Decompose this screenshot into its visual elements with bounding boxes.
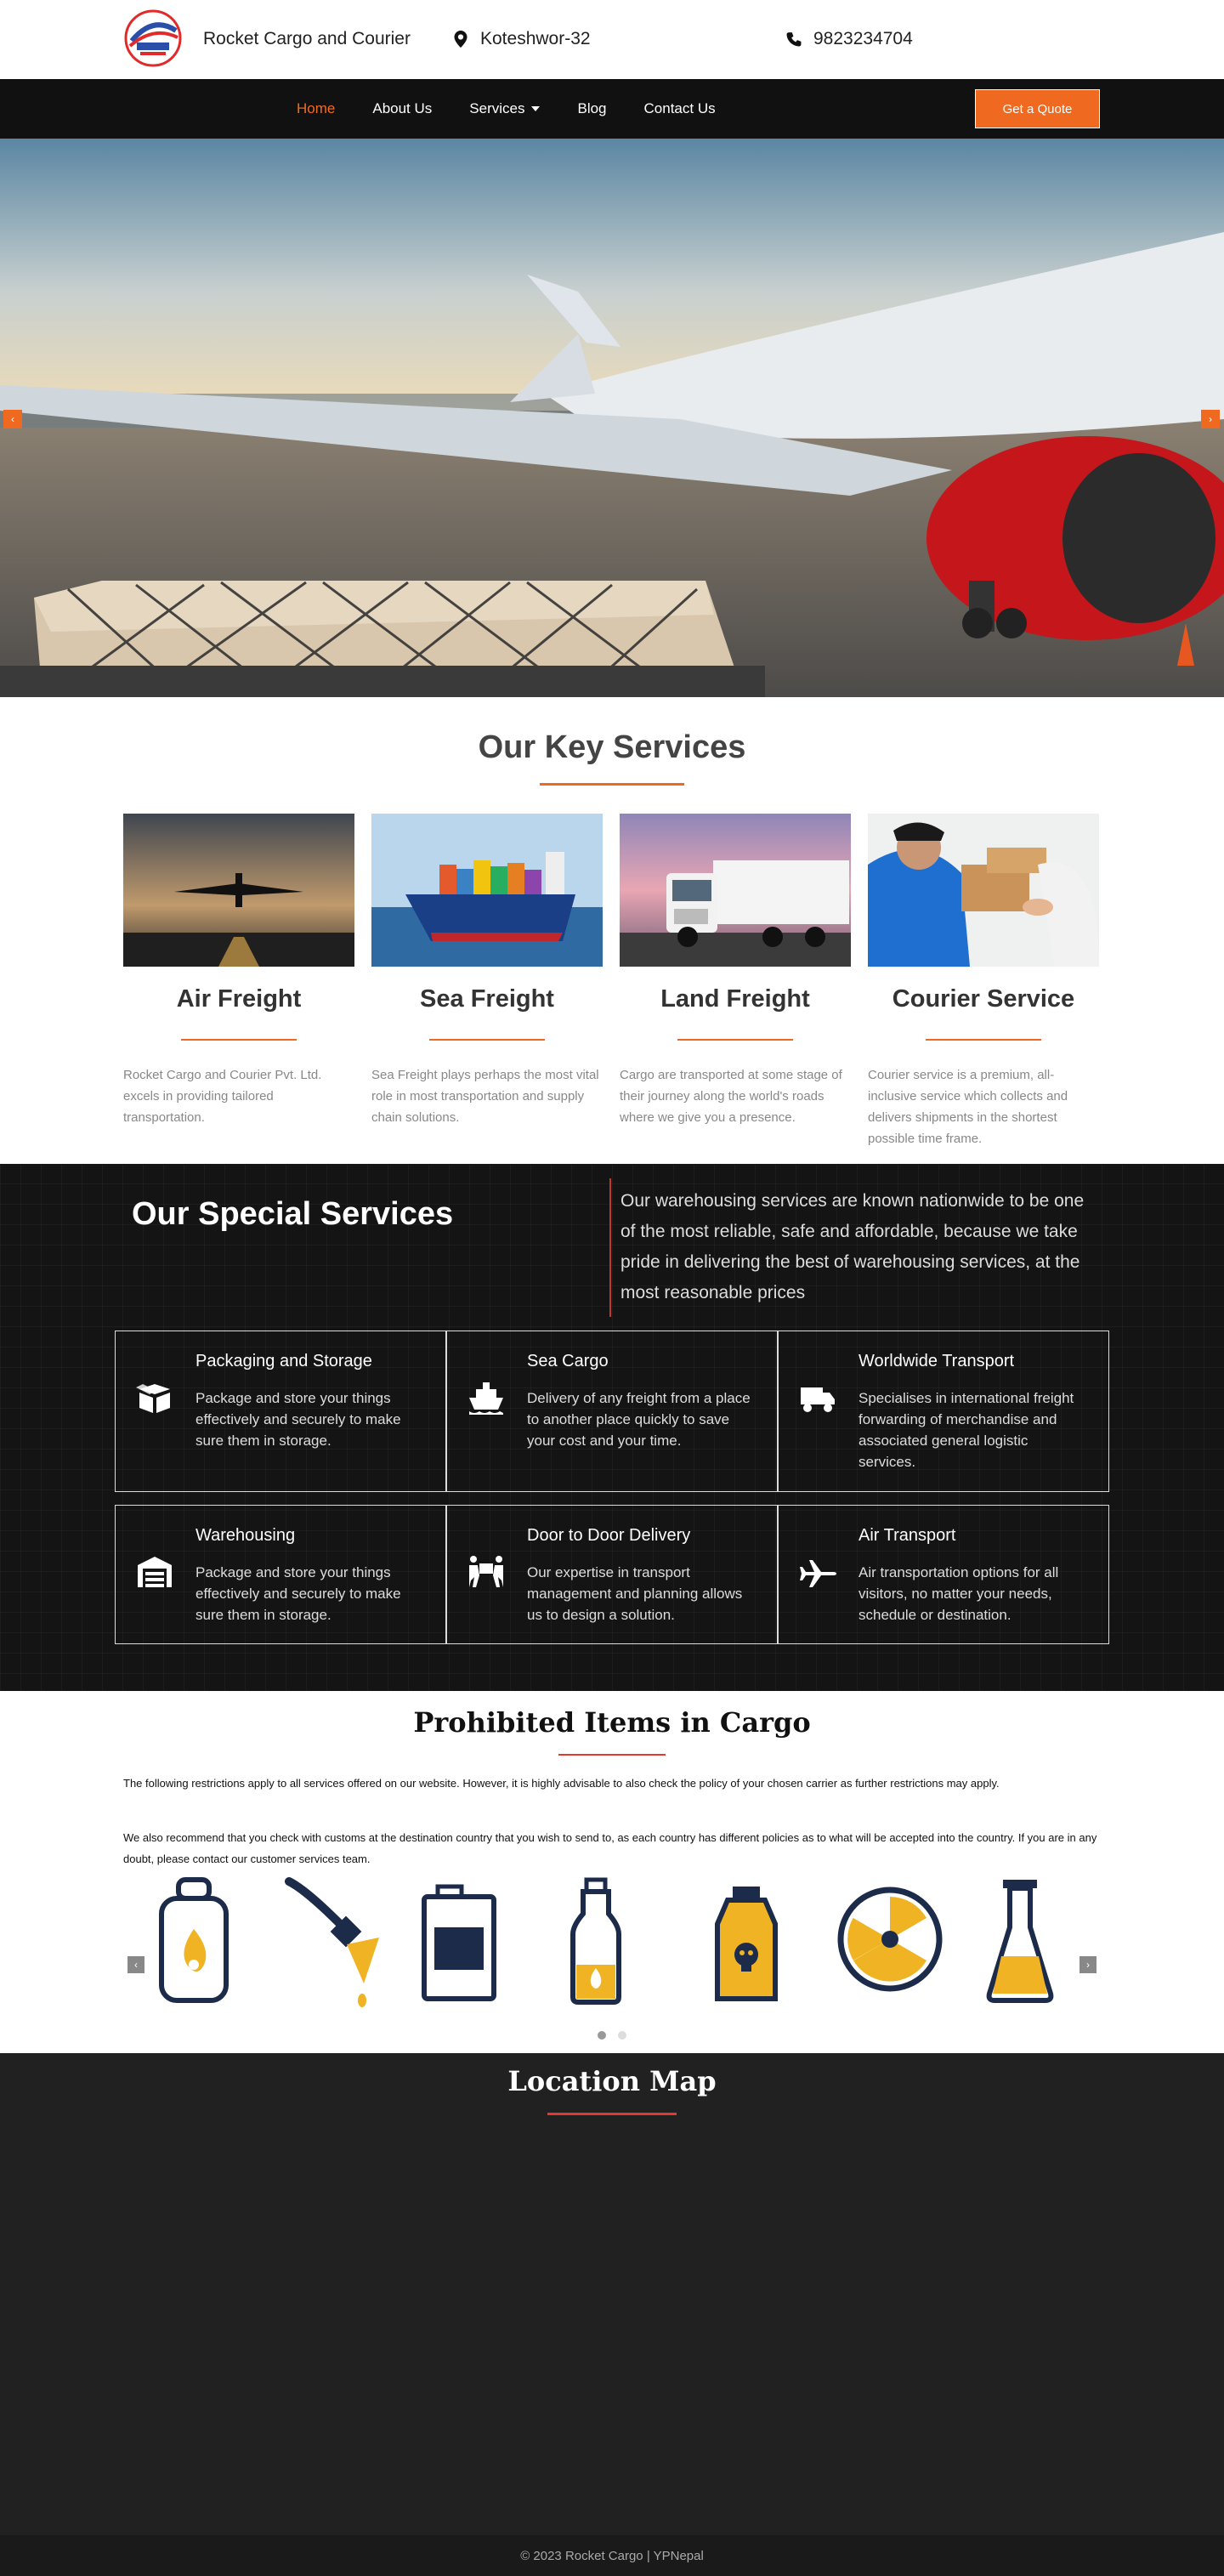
special-item-door-delivery[interactable]: Door to Door Delivery Our expertise in t…: [446, 1505, 778, 1644]
service-card-land[interactable]: Land Freight Cargo are transported at so…: [620, 814, 851, 1149]
chemical-flask-icon: [986, 1880, 1054, 2003]
carousel-dots: [598, 2031, 626, 2040]
phone-icon: [786, 32, 802, 47]
special-item-title: Sea Cargo: [527, 1352, 609, 1370]
sea-freight-image: [371, 814, 603, 967]
title-underline: [558, 1754, 666, 1756]
ship-icon: [469, 1382, 503, 1415]
special-item-text: Package and store your things effectivel…: [196, 1564, 401, 1623]
box-open-icon: [136, 1384, 170, 1413]
copyright-text: © 2023 Rocket Cargo | YPNepal: [520, 2548, 704, 2563]
prohibited-items-section: Prohibited Items in Cargo The following …: [0, 1691, 1224, 2053]
location-map-title: Location Map: [507, 2065, 717, 2097]
card-title: Land Freight: [660, 985, 810, 1013]
special-item-title: Worldwide Transport: [858, 1352, 1015, 1370]
special-services-section: Our Special Services Our warehousing ser…: [0, 1164, 1224, 1691]
main-navbar: Home About Us Services Blog Contact Us G…: [0, 79, 1224, 139]
company-logo[interactable]: [123, 9, 183, 68]
card-title: Sea Freight: [420, 985, 554, 1013]
special-item-packaging[interactable]: Packaging and Storage Package and store …: [115, 1331, 446, 1492]
hero-next-button[interactable]: ›: [1201, 410, 1220, 428]
nav-services-label: Services: [469, 100, 525, 116]
special-item-text: Specialises in international freight for…: [858, 1390, 1074, 1470]
hero-image: [0, 139, 1224, 697]
special-services-intro: Our warehousing services are known natio…: [620, 1191, 1085, 1302]
location-info: Koteshwor-32: [453, 29, 591, 49]
card-text: Cargo are transported at some stage of t…: [620, 1068, 842, 1125]
courier-service-image: [868, 814, 1099, 967]
brand-name: Rocket Cargo and Courier: [203, 29, 411, 48]
special-item-text: Delivery of any freight from a place to …: [527, 1390, 751, 1449]
special-item-title: Door to Door Delivery: [527, 1526, 691, 1545]
hero-prev-button[interactable]: ‹: [3, 410, 22, 428]
red-divider: [609, 1178, 611, 1317]
card-text: Rocket Cargo and Courier Pvt. Ltd. excel…: [123, 1068, 322, 1125]
plane-icon: [800, 1560, 836, 1587]
paint-brush-icon: [285, 1877, 379, 2007]
location-map-section: Location Map: [0, 2053, 1224, 2535]
top-bar: Rocket Cargo and Courier Koteshwor-32 98…: [0, 0, 1224, 79]
truck-icon: [801, 1387, 835, 1412]
phone-text: 9823234704: [813, 29, 913, 48]
flammable-bottle-icon: [570, 1877, 621, 2005]
service-card-air[interactable]: Air Freight Rocket Cargo and Courier Pvt…: [123, 814, 354, 1149]
card-text: Sea Freight plays perhaps the most vital…: [371, 1068, 599, 1125]
hero-slider: ‹ ›: [0, 139, 1224, 697]
card-underline: [181, 1039, 297, 1041]
special-item-text: Our expertise in transport management an…: [527, 1564, 743, 1623]
special-item-sea-cargo[interactable]: Sea Cargo Delivery of any freight from a…: [446, 1331, 778, 1492]
prohibited-icons-carousel: [159, 1877, 1054, 2007]
people-carry-icon: [469, 1556, 503, 1587]
special-item-text: Air transportation options for all visit…: [858, 1564, 1059, 1623]
service-card-sea[interactable]: Sea Freight Sea Freight plays perhaps th…: [371, 814, 603, 1149]
carousel-dot-1[interactable]: [598, 2031, 606, 2040]
special-item-title: Warehousing: [196, 1526, 296, 1545]
nav-home[interactable]: Home: [297, 100, 335, 117]
card-underline: [429, 1039, 545, 1041]
title-underline: [547, 2113, 677, 2115]
radioactive-icon: [837, 1887, 943, 1992]
nav-about[interactable]: About Us: [372, 100, 432, 117]
nav-blog[interactable]: Blog: [577, 100, 606, 117]
card-text: Courier service is a premium, all-inclus…: [868, 1068, 1068, 1146]
nav-services[interactable]: Services: [469, 100, 541, 117]
poison-bottle-icon: [715, 1887, 778, 2001]
special-item-title: Packaging and Storage: [196, 1352, 372, 1370]
nav-links: Home About Us Services Blog Contact Us: [297, 79, 753, 139]
air-freight-image: [123, 814, 354, 967]
carousel-dot-2[interactable]: [618, 2031, 626, 2040]
carousel-prev-button[interactable]: ‹: [128, 1956, 144, 1973]
special-item-text: Package and store your things effectivel…: [196, 1390, 401, 1449]
special-item-air-transport[interactable]: Air Transport Air transportation options…: [778, 1505, 1109, 1644]
card-title: Air Freight: [176, 985, 302, 1013]
map-marker-icon: [454, 31, 468, 48]
caret-down-icon: [531, 106, 541, 111]
special-item-warehousing[interactable]: Warehousing Package and store your thing…: [115, 1505, 446, 1644]
paint-can-icon: [422, 1884, 496, 2001]
prohibited-title: Prohibited Items in Cargo: [413, 1706, 811, 1739]
land-freight-image: [620, 814, 851, 967]
special-item-title: Air Transport: [858, 1526, 956, 1545]
warehouse-icon: [138, 1557, 172, 1587]
nav-contact[interactable]: Contact Us: [644, 100, 716, 117]
key-services-section: Our Key Services Air Freight Rocket Carg…: [0, 697, 1224, 1164]
card-underline: [677, 1039, 793, 1041]
card-underline: [926, 1039, 1041, 1041]
prohibited-paragraph-1: The following restrictions apply to all …: [123, 1777, 1000, 1790]
phone-info[interactable]: 9823234704: [786, 29, 913, 49]
special-item-worldwide[interactable]: Worldwide Transport Specialises in inter…: [778, 1331, 1109, 1492]
gas-cylinder-icon: [159, 1877, 229, 2003]
location-text: Koteshwor-32: [480, 29, 591, 48]
prohibited-paragraph-2: We also recommend that you check with cu…: [123, 1831, 1097, 1865]
special-services-title: Our Special Services: [132, 1196, 454, 1232]
title-underline: [540, 783, 684, 786]
footer: © 2023 Rocket Cargo | YPNepal: [0, 2535, 1224, 2576]
service-card-courier[interactable]: Courier Service Courier service is a pre…: [868, 814, 1099, 1149]
key-services-title: Our Key Services: [478, 729, 746, 765]
get-quote-button[interactable]: Get a Quote: [975, 89, 1100, 128]
card-title: Courier Service: [892, 985, 1075, 1013]
